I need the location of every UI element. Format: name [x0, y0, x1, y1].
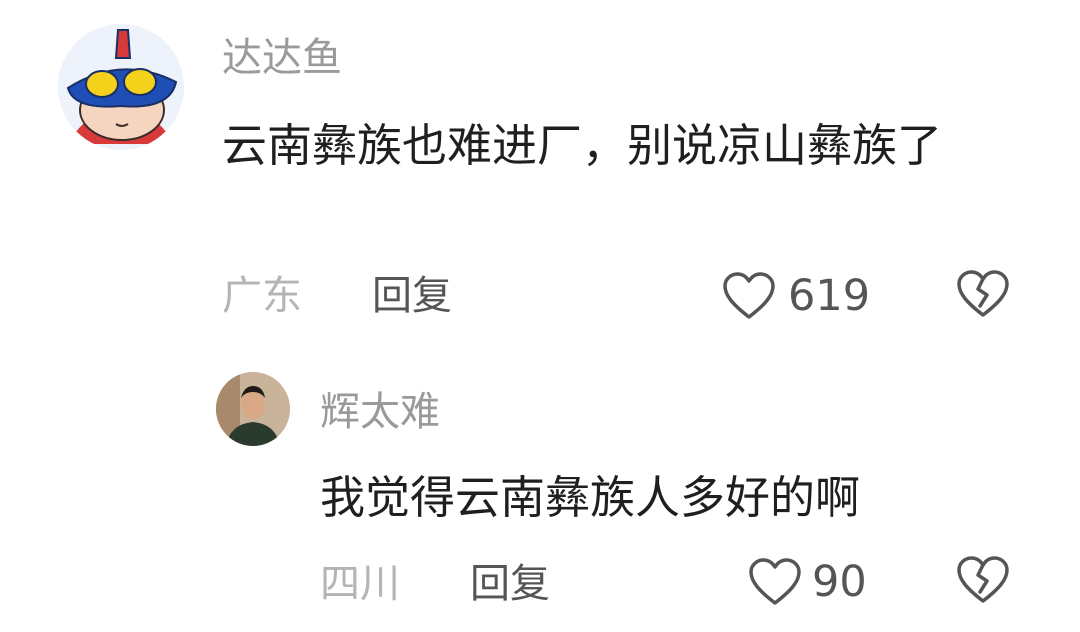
comment-text: 我觉得云南彝族人多好的啊	[320, 471, 861, 524]
reply-button[interactable]: 回复	[372, 270, 452, 322]
username[interactable]: 达达鱼	[222, 34, 342, 82]
like-count: 90	[812, 557, 867, 607]
broken-heart-icon[interactable]	[956, 268, 1010, 320]
broken-heart-icon[interactable]	[956, 554, 1010, 606]
like-button[interactable]: 90	[748, 554, 867, 610]
heart-outline-icon	[722, 271, 776, 321]
like-count: 619	[788, 271, 871, 321]
location-label: 四川	[320, 561, 400, 607]
heart-outline-icon	[748, 557, 802, 607]
man-photo-avatar-icon	[216, 372, 290, 446]
reply-item: 辉太难 我觉得云南彝族人多好的啊 四川 回复 90	[0, 340, 1080, 632]
cartoon-hero-avatar-icon	[58, 24, 184, 150]
like-button[interactable]: 619	[722, 268, 870, 324]
comment-text: 云南彝族也难进厂，别说凉山彝族了	[222, 119, 943, 172]
username[interactable]: 辉太难	[320, 388, 440, 436]
comment-item: 达达鱼 云南彝族也难进厂，别说凉山彝族了 广东 回复 619	[0, 0, 1080, 340]
location-label: 广东	[222, 273, 302, 319]
avatar[interactable]	[58, 24, 184, 150]
reply-button[interactable]: 回复	[470, 558, 550, 610]
avatar[interactable]	[216, 372, 290, 446]
